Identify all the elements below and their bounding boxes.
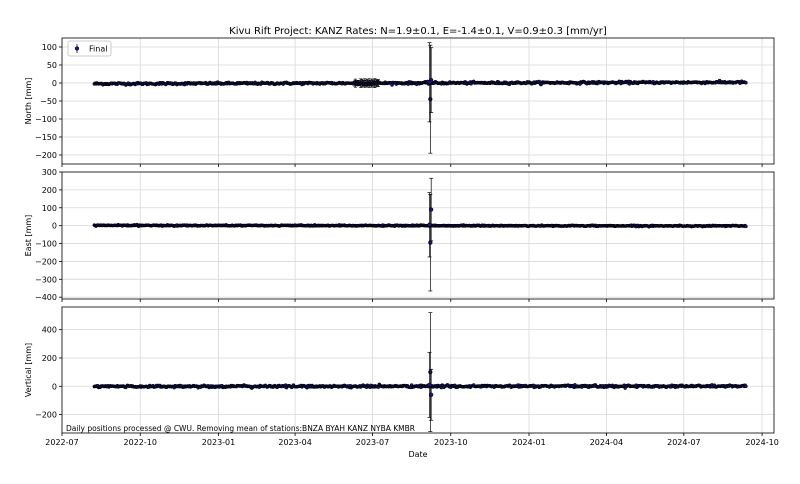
outlier-point: [428, 240, 433, 245]
y-tick-label: 100: [42, 43, 57, 52]
x-tick-label: 2024-01: [512, 438, 545, 447]
gps-timeseries-chart: Kivu Rift Project: KANZ Rates: N=1.9±0.1…: [24, 26, 779, 459]
y-axis-label: East [mm]: [24, 215, 33, 257]
outlier-point: [429, 207, 434, 212]
outlier-point: [428, 97, 433, 102]
legend-label: Final: [89, 45, 107, 54]
panel-east: 300 200 100 0 −100 −200 −300 −400 East [mm]: [24, 168, 775, 302]
data-point: [744, 384, 748, 388]
y-tick-label: −200: [35, 151, 57, 160]
panel-frame: [61, 306, 775, 434]
y-tick-label: 100: [42, 204, 57, 213]
panel-north: 100 50 0 −50 −100 −150 −200 North [mm]: [24, 37, 775, 167]
y-tick-label: −150: [35, 133, 57, 142]
y-tick-label: −100: [35, 240, 57, 249]
x-tick-label: 2023-01: [202, 438, 235, 447]
data-point: [744, 81, 748, 85]
legend: Final: [67, 40, 112, 57]
outlier-point: [428, 370, 433, 375]
y-axis-label: Vertical [mm]: [24, 343, 33, 397]
y-tick-label: −400: [35, 293, 57, 302]
y-tick-label: −50: [40, 97, 57, 106]
outlier-point: [427, 382, 432, 387]
y-tick-label: −300: [35, 275, 57, 284]
x-axis-label: Date: [408, 450, 427, 459]
y-axis-label: North [mm]: [24, 78, 33, 125]
y-tick-label: 200: [42, 186, 57, 195]
y-tick-label: −100: [35, 115, 57, 124]
panel-frame: [61, 171, 775, 300]
data-point: [744, 224, 748, 229]
y-tick-label: 0: [52, 79, 57, 88]
y-tick-label: −200: [35, 411, 57, 420]
x-tick-label: 2022-07: [45, 438, 78, 447]
x-tick-label: 2022-10: [124, 438, 157, 447]
outlier-point: [427, 222, 432, 227]
y-tick-label: 200: [42, 354, 57, 363]
x-tick-label: 2023-07: [356, 438, 389, 447]
x-tick-label: 2024-04: [590, 438, 623, 447]
legend-marker: [74, 46, 80, 51]
y-tick-label: 400: [42, 326, 57, 335]
y-tick-label: 0: [52, 222, 57, 231]
y-tick-label: 50: [47, 61, 57, 70]
y-tick-label: 0: [52, 382, 57, 391]
footnote: Daily positions processed @ CWU. Removin…: [66, 424, 415, 433]
outlier-point: [429, 392, 434, 397]
y-tick-label: 300: [42, 168, 57, 177]
x-tick-label: 2023-10: [434, 438, 467, 447]
panel-vertical: 400 200 0 −200 Vertical [mm]: [24, 306, 775, 436]
x-tick-label: 2024-07: [667, 438, 700, 447]
y-tick-label: −200: [35, 257, 57, 266]
x-tick-label: 2023-04: [278, 438, 311, 447]
chart-title: Kivu Rift Project: KANZ Rates: N=1.9±0.1…: [229, 26, 607, 37]
x-tick-label: 2024-10: [745, 438, 778, 447]
outlier-point: [427, 80, 432, 85]
